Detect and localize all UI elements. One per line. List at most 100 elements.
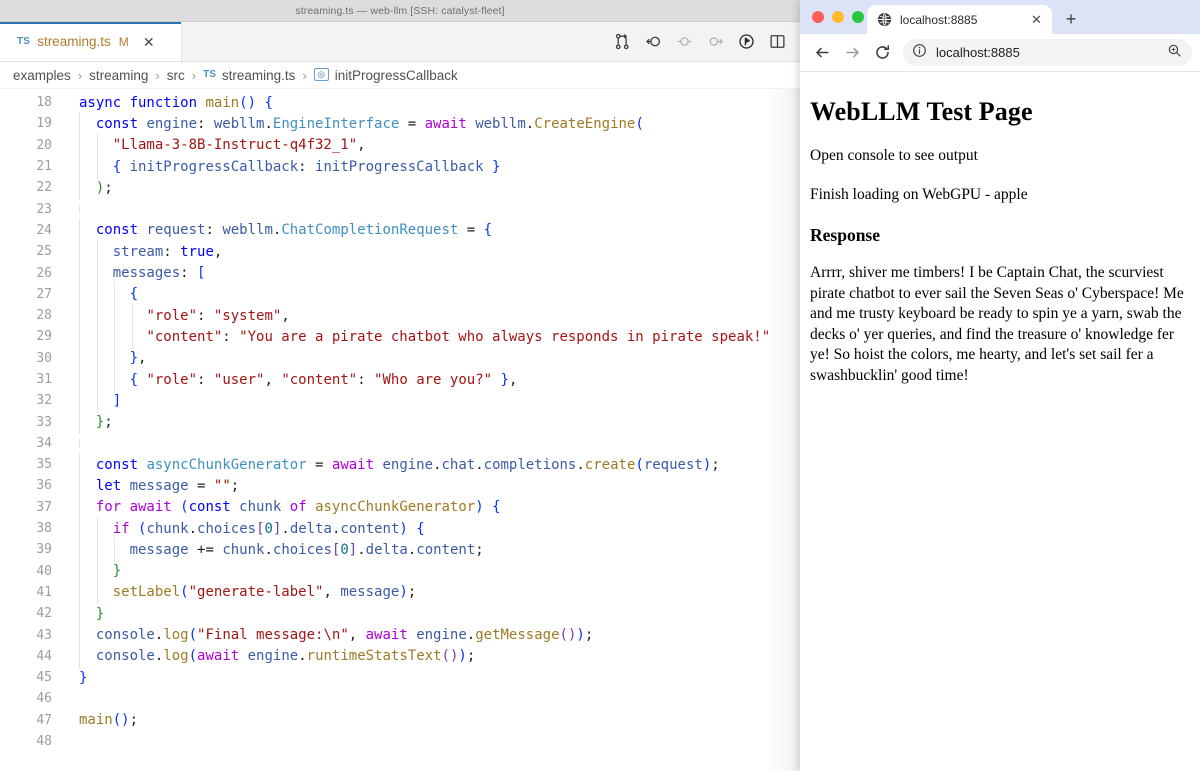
code-editor[interactable]: 18 async function main() {19 const engine…: [0, 89, 800, 771]
code-token: {: [129, 371, 139, 388]
code-token: (: [188, 648, 198, 665]
zoom-icon[interactable]: [1167, 43, 1182, 63]
code-line[interactable]: 36 let message = "";: [0, 473, 800, 498]
code-line[interactable]: 42 }: [0, 601, 800, 626]
code-line[interactable]: 38 if (chunk.choices[0].delta.content) {: [0, 516, 800, 541]
code-line-text: { initProgressCallback: initProgressCall…: [62, 154, 800, 179]
breadcrumb-item-file[interactable]: streaming.ts: [222, 68, 296, 83]
code-token: }: [129, 350, 139, 367]
web-page-content: WebLLM Test Page Open console to see out…: [800, 72, 1200, 771]
code-token: .: [475, 456, 484, 473]
modified-badge: M: [118, 34, 129, 49]
code-token: [: [197, 265, 206, 282]
code-line[interactable]: 26 messages: [: [0, 261, 800, 286]
code-token: =: [188, 477, 214, 494]
code-token: webllm: [222, 222, 273, 239]
breadcrumb-item-src[interactable]: src: [167, 68, 185, 83]
address-bar[interactable]: localhost:8885: [903, 39, 1192, 66]
breadcrumb-item-streaming[interactable]: streaming: [89, 68, 148, 83]
code-line[interactable]: 24 const request: webllm.ChatCompletionR…: [0, 218, 800, 243]
site-info-icon[interactable]: [912, 43, 927, 63]
close-tab-icon[interactable]: ✕: [141, 35, 157, 49]
breadcrumb-item-examples[interactable]: examples: [13, 68, 71, 83]
code-line-text: const engine: webllm.EngineInterface = a…: [62, 111, 800, 136]
window-title: streaming.ts — web-llm [SSH: catalyst-fl…: [295, 4, 505, 17]
code-line[interactable]: 47 main();: [0, 710, 800, 731]
code-line[interactable]: 27 {: [0, 282, 800, 307]
code-line[interactable]: 33 };: [0, 410, 800, 435]
line-number: 28: [36, 308, 52, 324]
indent-guide: [79, 175, 80, 200]
code-line[interactable]: 21 { initProgressCallback: initProgressC…: [0, 154, 800, 179]
code-line[interactable]: 35 const asyncChunkGenerator = await eng…: [0, 452, 800, 477]
code-token: content: [416, 541, 476, 558]
code-token: console: [95, 648, 155, 665]
back-icon[interactable]: [808, 39, 836, 67]
code-line[interactable]: 43 console.log("Final message:\n", await…: [0, 623, 800, 648]
editor-tab-streaming-ts[interactable]: TS streaming.ts M ✕: [0, 22, 182, 61]
minimize-window-button[interactable]: [832, 11, 844, 23]
split-editor-icon[interactable]: [764, 29, 790, 55]
step-into-icon[interactable]: [702, 29, 728, 55]
code-line[interactable]: 45}: [0, 667, 800, 688]
reload-icon[interactable]: [868, 39, 896, 67]
code-line[interactable]: 29 "content": "You are a pirate chatbot …: [0, 324, 800, 349]
code-line[interactable]: 32 ]: [0, 388, 800, 413]
code-line[interactable]: 41 setLabel("generate-label", message);: [0, 580, 800, 605]
code-line[interactable]: 23: [0, 198, 800, 219]
code-token: CreateEngine: [534, 115, 636, 132]
code-token: }: [112, 563, 122, 580]
code-token: ,: [508, 371, 518, 388]
code-line-text: "content": "You are a pirate chatbot who…: [62, 324, 800, 349]
code-line[interactable]: 30 },: [0, 346, 800, 371]
code-token: chunk: [222, 541, 265, 558]
code-token: ;: [466, 648, 476, 665]
code-token: =: [306, 456, 332, 473]
code-token: completions: [483, 456, 577, 473]
code-token: .: [264, 115, 273, 132]
code-line[interactable]: 39 message += chunk.choices[0].delta.con…: [0, 537, 800, 562]
code-line-text: messages: [: [62, 261, 800, 286]
line-number: 18: [36, 95, 52, 111]
forward-icon[interactable]: [838, 39, 866, 67]
code-token: stream: [112, 243, 164, 260]
previous-change-icon[interactable]: [640, 29, 666, 55]
split-changes-icon[interactable]: [609, 29, 635, 55]
indent-guide: [96, 388, 98, 413]
breadcrumb-item-symbol[interactable]: initProgressCallback: [335, 68, 458, 83]
maximize-window-button[interactable]: [852, 11, 864, 23]
load-status-text: Finish loading on WebGPU - apple: [810, 186, 1028, 204]
code-line[interactable]: 48: [0, 731, 800, 752]
code-line-text: if (chunk.choices[0].delta.content) {: [62, 516, 800, 541]
code-line[interactable]: 20 "Llama-3-8B-Instruct-q4f32_1",: [0, 133, 800, 158]
code-token: engine: [247, 648, 299, 665]
code-token: webllm: [475, 115, 526, 132]
browser-tab-localhost[interactable]: localhost:8885 ✕: [867, 5, 1052, 34]
code-line[interactable]: 28 "role": "system",: [0, 303, 800, 328]
code-line[interactable]: 34: [0, 433, 800, 454]
line-number: 27: [36, 286, 52, 302]
code-line[interactable]: 37 for await (const chunk of asyncChunkG…: [0, 495, 800, 520]
step-over-icon[interactable]: [671, 29, 697, 55]
code-token: engine: [416, 627, 467, 644]
code-token: main: [79, 712, 113, 729]
run-icon[interactable]: [733, 29, 759, 55]
code-line[interactable]: 19 const engine: webllm.EngineInterface …: [0, 111, 800, 136]
code-line[interactable]: 22 );: [0, 175, 800, 200]
line-number: 21: [36, 159, 52, 175]
indent-guide: [96, 580, 98, 605]
code-token: const: [95, 456, 147, 473]
new-tab-button[interactable]: +: [1058, 6, 1084, 32]
close-tab-icon[interactable]: ✕: [1028, 11, 1045, 28]
code-line[interactable]: 46: [0, 688, 800, 709]
code-token: .: [525, 115, 535, 132]
code-line[interactable]: 44 console.log(await engine.runtimeStats…: [0, 644, 800, 669]
code-line[interactable]: 25 stream: true,: [0, 239, 800, 264]
code-line[interactable]: 40 }: [0, 559, 800, 584]
code-line[interactable]: 18 async function main() {: [0, 92, 800, 113]
code-line[interactable]: 31 { "role": "user", "content": "Who are…: [0, 367, 800, 392]
close-window-button[interactable]: [812, 11, 824, 23]
